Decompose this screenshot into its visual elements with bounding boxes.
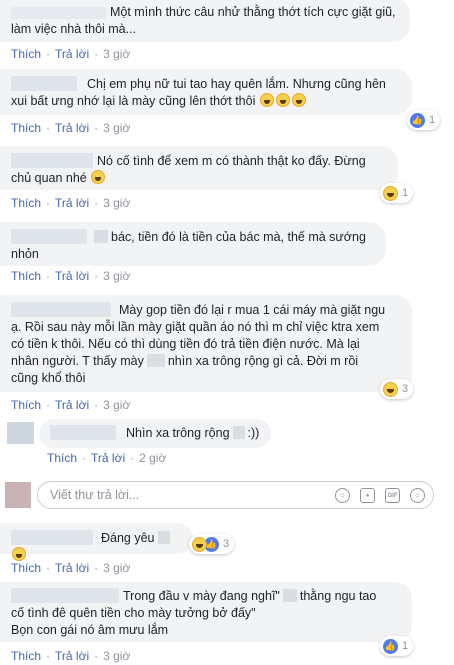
comment-bubble: Nhìn xa trông rộng:)) bbox=[39, 419, 271, 448]
like-link[interactable]: Thích bbox=[47, 451, 77, 465]
comment-text: Nhìn xa trông rộng bbox=[126, 426, 230, 440]
author-name-redacted[interactable] bbox=[11, 7, 106, 19]
comment-text-line: xui bất ưng nhớ lại là mày cũng lên thớt… bbox=[11, 94, 256, 108]
comment-actions: Thích · Trả lời · 3 giờ bbox=[11, 47, 131, 61]
reply-link[interactable]: Trả lời bbox=[55, 561, 89, 575]
redacted-text bbox=[146, 354, 165, 367]
timestamp[interactable]: 3 giờ bbox=[103, 649, 130, 663]
like-icon: 👍 bbox=[410, 112, 425, 128]
author-name-redacted[interactable] bbox=[50, 425, 116, 440]
like-link[interactable]: Thích bbox=[11, 121, 41, 135]
like-icon: 👍 bbox=[383, 638, 398, 654]
author-name-redacted[interactable] bbox=[11, 530, 93, 545]
author-name-redacted[interactable] bbox=[11, 588, 119, 603]
haha-icon bbox=[192, 536, 207, 552]
comment-text-line: làm việc nhà thôi mà... bbox=[11, 22, 137, 36]
reply-link[interactable]: Trả lời bbox=[55, 398, 89, 412]
comment-bubble: bác, tiền đó là tiền của bác mà, thế mà … bbox=[0, 222, 386, 266]
timestamp[interactable]: 3 giờ bbox=[103, 269, 130, 283]
reply-link[interactable]: Trả lời bbox=[55, 196, 89, 210]
like-link[interactable]: Thích bbox=[11, 47, 41, 61]
reply-link[interactable]: Trả lời bbox=[55, 47, 89, 61]
sticker-icon[interactable]: ☺ bbox=[410, 488, 425, 503]
comment-text-line: nhỏn bbox=[11, 247, 39, 261]
avatar[interactable] bbox=[7, 422, 34, 444]
redacted-text bbox=[157, 531, 170, 544]
comment-actions: Thích · Trả lời · 3 giờ bbox=[11, 649, 131, 663]
reaction-summary[interactable]: 1 bbox=[380, 183, 414, 203]
comment-actions: Thích · Trả lời · 3 giờ bbox=[11, 269, 131, 283]
timestamp[interactable]: 3 giờ bbox=[103, 561, 130, 575]
reply-link[interactable]: Trả lời bbox=[91, 451, 125, 465]
comment-bubble: Đáng yêu bbox=[0, 523, 193, 561]
reaction-summary[interactable]: 👍 3 bbox=[189, 534, 235, 554]
comment-text-line: ạ. Rồi sau này mỗi lần mày giặt quần áo … bbox=[11, 320, 380, 334]
comment-bubble: Chị em phụ nữ tui tao hay quên lắm. Nhưn… bbox=[0, 69, 412, 115]
smiley-icon[interactable]: ☺ bbox=[335, 488, 350, 503]
author-name-redacted[interactable] bbox=[11, 76, 77, 91]
comment-text: bác, tiền đó là tiền của bác mà, thế mà … bbox=[111, 230, 366, 244]
laughing-emoji-icon bbox=[259, 93, 274, 107]
comment-bubble: Trong đầu v mày đang nghĩ" thằng ngu tao … bbox=[0, 582, 412, 642]
comment-actions: Thích · Trả lời · 2 giờ bbox=[47, 451, 167, 465]
reply-link[interactable]: Trả lời bbox=[55, 269, 89, 283]
comment-text: Chị em phụ nữ tui tao hay quên lắm. Nhưn… bbox=[87, 77, 386, 91]
reaction-summary[interactable]: 3 bbox=[380, 379, 414, 399]
like-link[interactable]: Thích bbox=[11, 649, 41, 663]
reply-toolbar: ☺ ● GIF ☺ bbox=[335, 488, 425, 503]
comment-actions: Thích · Trả lời · 3 giờ bbox=[11, 398, 131, 412]
author-name-redacted[interactable] bbox=[11, 302, 111, 317]
reaction-summary[interactable]: 👍 1 bbox=[407, 110, 441, 130]
redacted-text bbox=[94, 230, 108, 243]
timestamp[interactable]: 3 giờ bbox=[103, 398, 130, 412]
comment-text-line: cũng khổ thôi bbox=[11, 371, 86, 385]
reply-placeholder: Viết thư trả lời... bbox=[50, 488, 140, 502]
timestamp[interactable]: 3 giờ bbox=[103, 47, 130, 61]
comment-bubble: Một mình thức câu nhử thằng thớt tích cự… bbox=[0, 0, 410, 42]
like-link[interactable]: Thích bbox=[11, 398, 41, 412]
timestamp[interactable]: 3 giờ bbox=[103, 121, 130, 135]
reply-link[interactable]: Trả lời bbox=[55, 121, 89, 135]
laughing-emoji-icon bbox=[275, 93, 290, 107]
comment-text: Một mình thức câu nhử thằng thớt tích cự… bbox=[110, 5, 396, 19]
reply-input[interactable]: Viết thư trả lời... ☺ ● GIF ☺ bbox=[37, 481, 434, 509]
comment-bubble: Mày gop tiền đó lại r mua 1 cái máy mà g… bbox=[0, 295, 412, 392]
comment-text-line: nhân người. T thấy mày bbox=[11, 354, 144, 368]
like-link[interactable]: Thích bbox=[11, 196, 41, 210]
comment-text: Đáng yêu bbox=[101, 531, 155, 545]
like-link[interactable]: Thích bbox=[11, 561, 41, 575]
haha-icon bbox=[383, 381, 398, 397]
comment-actions: Thích · Trả lời · 3 giờ bbox=[11, 121, 131, 135]
gif-icon[interactable]: GIF bbox=[385, 488, 400, 503]
redacted-text bbox=[282, 589, 297, 602]
current-user-avatar[interactable] bbox=[5, 482, 31, 508]
like-link[interactable]: Thích bbox=[11, 269, 41, 283]
comment-text-line: có tiền k thôi. Nếu có thì dùng tiền đó … bbox=[11, 337, 360, 351]
haha-icon bbox=[383, 185, 398, 201]
timestamp[interactable]: 2 giờ bbox=[139, 451, 166, 465]
laughing-emoji-icon bbox=[91, 170, 106, 184]
comment-text: Mày gop tiền đó lại r mua 1 cái máy mà g… bbox=[119, 303, 386, 317]
comment-actions: Thích · Trả lời · 3 giờ bbox=[11, 561, 131, 575]
comment-text-line: Bọn con gái nó âm mưu lắm bbox=[11, 623, 169, 637]
comment-text-line: chủ quan nhé bbox=[11, 171, 87, 185]
comment-text: Nó cố tình để xem m có thành thật ko đấy… bbox=[97, 154, 366, 168]
laughing-emoji-icon bbox=[291, 93, 306, 107]
comment-text-line: cố tình đê quên tiền cho mày tưởng bở đấ… bbox=[11, 606, 256, 620]
author-name-redacted[interactable] bbox=[11, 153, 93, 168]
timestamp[interactable]: 3 giờ bbox=[103, 196, 130, 210]
reply-link[interactable]: Trả lời bbox=[55, 649, 89, 663]
author-name-redacted[interactable] bbox=[11, 229, 87, 244]
comment-bubble: Nó cố tình để xem m có thành thật ko đấy… bbox=[0, 146, 398, 190]
camera-icon[interactable]: ● bbox=[360, 488, 375, 503]
comment-text: Trong đầu v mày đang nghĩ" bbox=[123, 589, 280, 603]
redacted-text bbox=[232, 426, 245, 439]
comment-actions: Thích · Trả lời · 3 giờ bbox=[11, 196, 131, 210]
laughing-emoji-icon bbox=[12, 547, 26, 561]
reaction-summary[interactable]: 👍 1 bbox=[380, 636, 414, 656]
